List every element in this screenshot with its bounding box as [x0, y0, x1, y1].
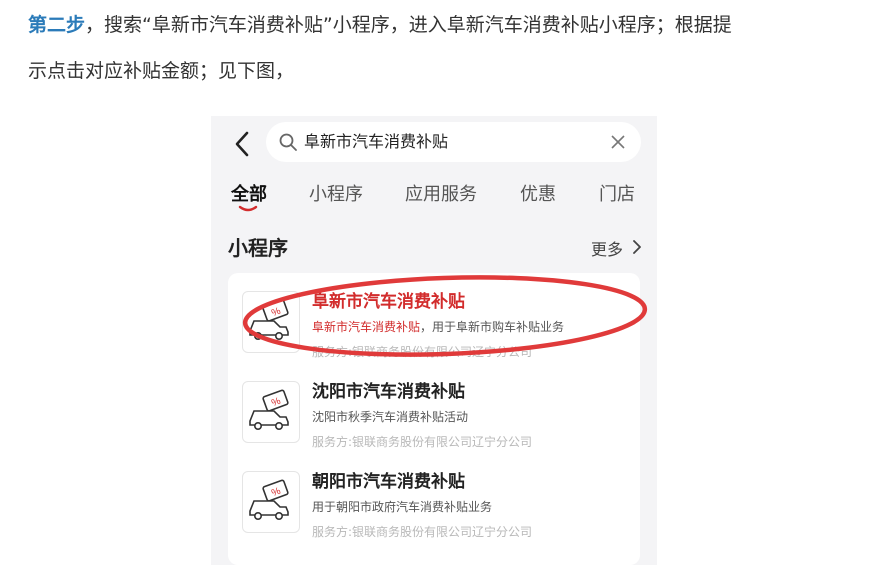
section-title: 小程序 [228, 236, 288, 260]
tab-active-indicator [238, 205, 258, 212]
car-coupon-icon: % [242, 291, 300, 353]
result-name: 朝阳市汽车消费补贴 [312, 472, 465, 492]
search-input[interactable]: 阜新市汽车消费补贴 [266, 122, 641, 162]
result-desc: 阜新市汽车消费补贴，用于阜新市购车补贴业务 [312, 318, 564, 335]
result-item-chaoyang[interactable]: % 朝阳市汽车消费补贴 用于朝阳市政府汽车消费补贴业务 服务方:银联商务股份有限… [228, 457, 640, 547]
phone-screenshot: 阜新市汽车消费补贴 全部 小程序 应用服务 优惠 门店 小程序 更多 % 阜新市… [211, 116, 657, 565]
results-card: % 阜新市汽车消费补贴 阜新市汽车消费补贴，用于阜新市购车补贴业务 服务方:银联… [228, 273, 640, 565]
instruction-line-2: 示点击对应补贴金额；见下图， [28, 60, 295, 82]
result-desc: 沈阳市秋季汽车消费补贴活动 [312, 408, 468, 425]
search-query: 阜新市汽车消费补贴 [304, 132, 449, 151]
tab-all[interactable]: 全部 [231, 180, 267, 206]
car-coupon-icon: % [242, 471, 300, 533]
instruction-line-1: 第二步，搜索“阜新市汽车消费补贴”小程序，进入阜新汽车消费补贴小程序；根据提 [28, 2, 878, 48]
result-desc-text: 沈阳市秋季汽车消费补贴活动 [312, 410, 469, 424]
result-item-shenyang[interactable]: % 沈阳市汽车消费补贴 沈阳市秋季汽车消费补贴活动 服务方:银联商务股份有限公司… [228, 367, 640, 457]
result-desc-text: 用于朝阳市政府汽车消费补贴业务 [312, 500, 493, 514]
tab-offers[interactable]: 优惠 [520, 180, 556, 206]
close-icon[interactable] [611, 135, 625, 149]
result-provider: 服务方:银联商务股份有限公司辽宁分公司 [312, 435, 533, 449]
more-link[interactable]: 更多 [591, 236, 623, 260]
tab-app-service[interactable]: 应用服务 [405, 180, 477, 206]
result-desc-highlight: 阜新市汽车消费补贴 [312, 320, 421, 334]
result-name: 沈阳市汽车消费补贴 [312, 382, 465, 402]
tab-stores[interactable]: 门店 [599, 180, 635, 206]
result-provider: 服务方:银联商务股份有限公司辽宁分公司 [312, 525, 533, 539]
chevron-left-icon[interactable] [233, 130, 251, 158]
result-provider: 服务方:银联商务股份有限公司辽宁分公司 [312, 345, 533, 359]
car-coupon-icon: % [242, 381, 300, 443]
instruction-text: 第二步，搜索“阜新市汽车消费补贴”小程序，进入阜新汽车消费补贴小程序；根据提 示… [28, 0, 878, 94]
result-item-fuxin[interactable]: % 阜新市汽车消费补贴 阜新市汽车消费补贴，用于阜新市购车补贴业务 服务方:银联… [228, 277, 640, 367]
search-icon [279, 133, 297, 151]
tab-bar: 全部 小程序 应用服务 优惠 门店 [211, 178, 657, 218]
result-desc: 用于朝阳市政府汽车消费补贴业务 [312, 498, 492, 515]
chevron-right-icon[interactable] [632, 239, 642, 255]
step-label: 第二步 [28, 14, 86, 36]
instruction-line-1-text: ，搜索“阜新市汽车消费补贴”小程序，进入阜新汽车消费补贴小程序；根据提 [85, 14, 732, 36]
result-desc-text: ，用于阜新市购车补贴业务 [420, 320, 565, 334]
result-name: 阜新市汽车消费补贴 [312, 292, 465, 312]
tab-mini-program[interactable]: 小程序 [309, 180, 363, 206]
